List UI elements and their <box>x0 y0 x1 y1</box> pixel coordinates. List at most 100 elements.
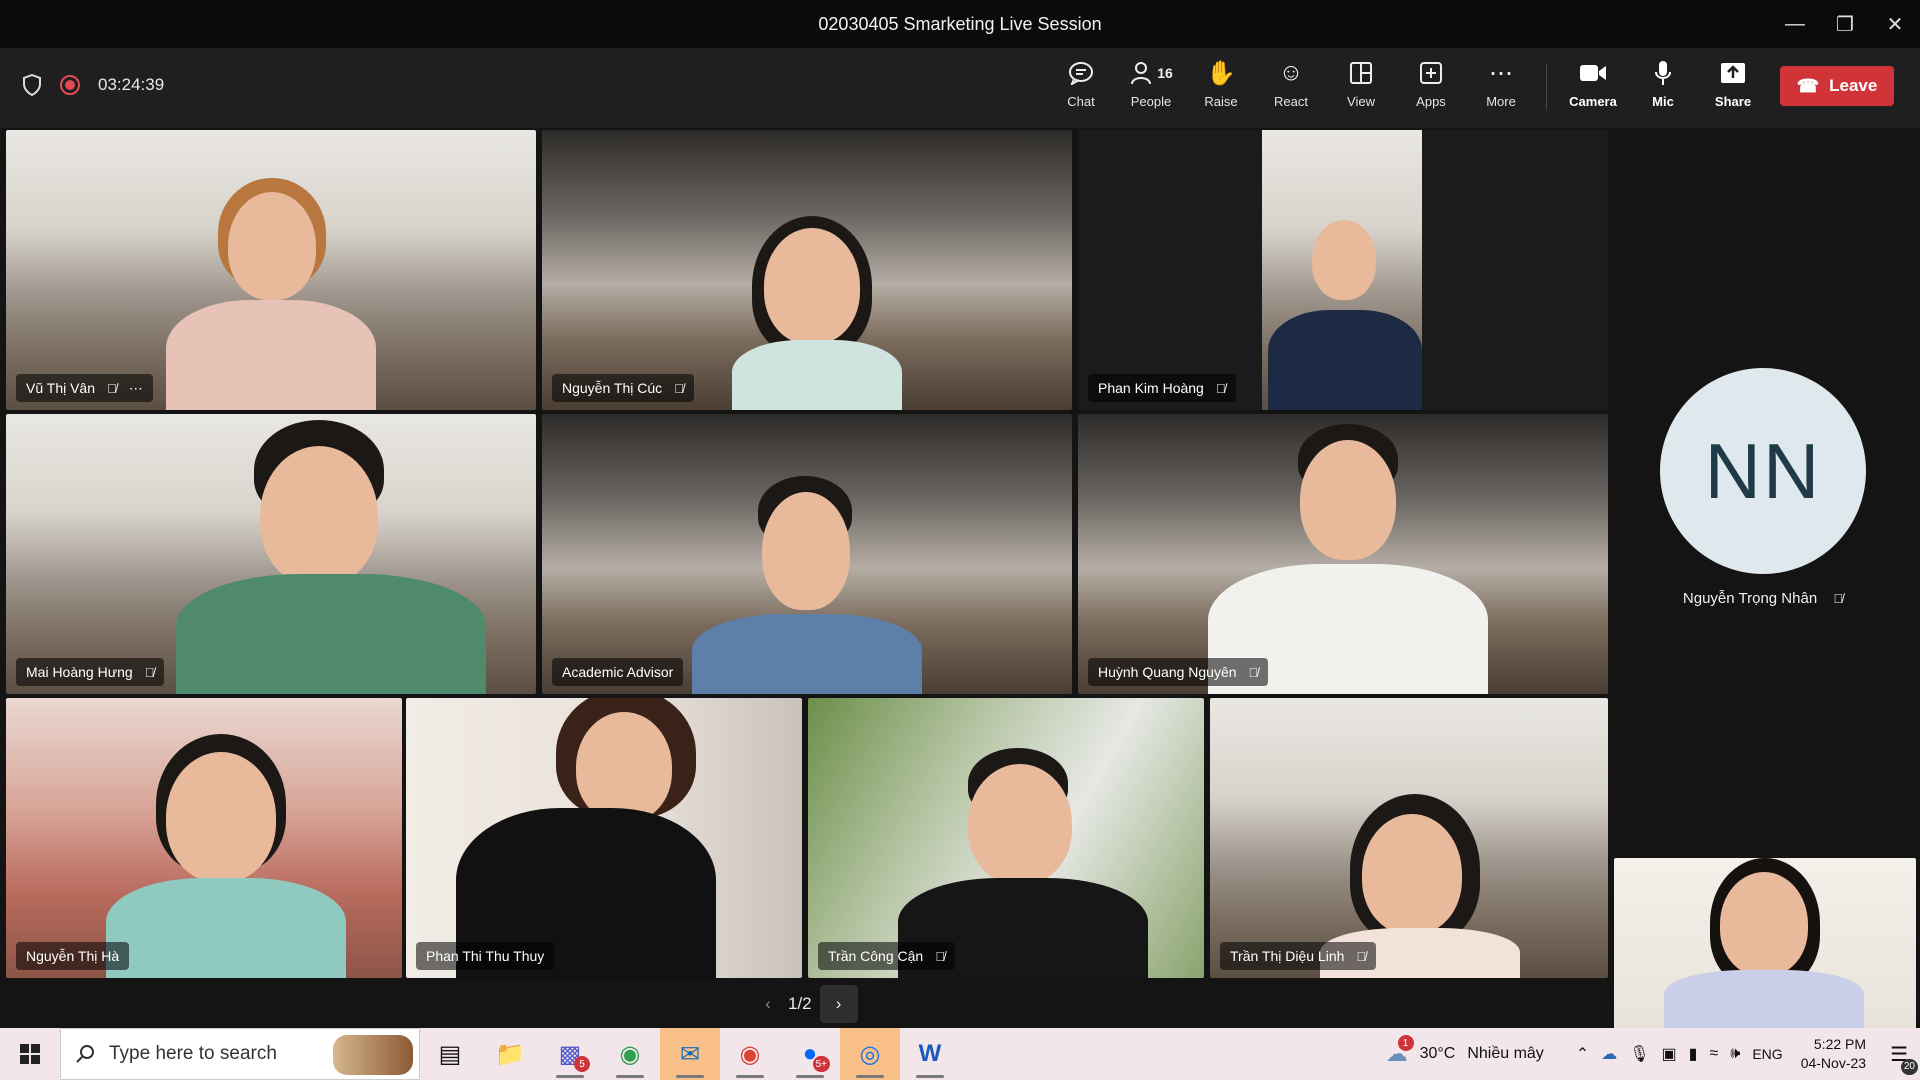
outlook-icon[interactable]: ✉ <box>660 1028 720 1080</box>
react-label: React <box>1274 94 1308 109</box>
self-view-tile[interactable] <box>1614 858 1916 1030</box>
view-label: View <box>1347 94 1375 109</box>
mic-off-icon: 🎙̸ <box>935 948 945 964</box>
start-button[interactable] <box>0 1028 60 1080</box>
participant-face <box>1300 440 1396 560</box>
meeting-toolbar: 03:24:39 Chat 16 People ✋ Raise ☺ React … <box>0 48 1920 128</box>
system-tray: ☁ 1 30°C Nhiều mây ⌃ ☁ 🎙 ▣ ▮ ≈ 🕪 ENG 5:22… <box>1386 1028 1920 1080</box>
participant-body <box>1268 310 1422 410</box>
participant-name-tag: Nguyễn Thị Cúc 🎙̸ <box>552 374 694 402</box>
input-language[interactable]: ENG <box>1752 1046 1782 1062</box>
tile-more-icon[interactable]: ⋯ <box>129 380 143 397</box>
gallery-pager: ‹ 1/2 › <box>756 984 858 1024</box>
close-icon[interactable]: ✕ <box>1870 0 1920 48</box>
participant-body <box>106 878 346 978</box>
chevron-right-icon[interactable]: › <box>819 985 858 1023</box>
video-tile[interactable]: Nguyễn Thị Cúc 🎙̸ <box>542 130 1072 410</box>
chrome-icon[interactable]: ◉ <box>720 1028 780 1080</box>
task-view-icon[interactable]: ▤ <box>420 1028 480 1080</box>
view-button[interactable]: View <box>1328 56 1394 120</box>
display-icon[interactable]: ▣ <box>1662 1044 1677 1064</box>
participant-name: Trần Thị Diệu Linh <box>1230 948 1345 964</box>
apps-label: Apps <box>1416 94 1446 109</box>
chat-label: Chat <box>1067 94 1095 109</box>
participant-name-tag: Trần Thị Diệu Linh 🎙̸ <box>1220 942 1377 970</box>
shield-icon <box>23 74 41 96</box>
video-tile[interactable]: Vũ Thị Vân 🎙̸ ⋯ <box>6 130 536 410</box>
microphone-icon[interactable]: 🎙 <box>1629 1044 1649 1064</box>
wifi-icon[interactable]: ≈ <box>1709 1045 1718 1063</box>
participant-face <box>166 752 276 882</box>
word-icon[interactable]: W <box>900 1028 960 1080</box>
teams-icon[interactable]: ▩ 5 <box>540 1028 600 1080</box>
chevron-up-icon[interactable]: ⌃ <box>1576 1044 1589 1064</box>
mic-button[interactable]: Mic <box>1630 56 1696 120</box>
hang-up-icon: ☎ <box>1796 75 1820 96</box>
mic-off-icon: 🎙̸ <box>1833 591 1844 606</box>
people-icon: 16 <box>1129 56 1173 90</box>
apps-button[interactable]: Apps <box>1398 56 1464 120</box>
camera-button[interactable]: Camera <box>1560 56 1626 120</box>
participant-face <box>764 228 860 344</box>
taskbar-search[interactable]: Type here to search <box>60 1028 420 1080</box>
more-label: More <box>1486 94 1516 109</box>
participant-face <box>1362 814 1462 934</box>
meeting-timer: 03:24:39 <box>98 75 165 94</box>
participant-body <box>732 340 902 410</box>
video-tile[interactable]: Trần Thị Diệu Linh 🎙̸ <box>1210 698 1608 978</box>
zalo-badge: 5+ <box>812 1056 830 1072</box>
battery-icon[interactable]: ▮ <box>1689 1044 1698 1064</box>
notification-icon[interactable]: ☰ 20 <box>1890 1042 1918 1075</box>
notification-count: 20 <box>1900 1058 1918 1075</box>
taskbar-clock[interactable]: 5:22 PM 04-Nov-23 <box>1801 1035 1866 1073</box>
video-tile[interactable]: Mai Hoàng Hưng 🎙̸ <box>6 414 536 694</box>
participant-name-tag: Phan Kim Hoàng 🎙̸ <box>1088 374 1236 402</box>
capture-app-icon[interactable]: ◎ <box>840 1028 900 1080</box>
video-stage: Vũ Thị Vân 🎙̸ ⋯ Nguyễn Thị Cúc 🎙̸ Phan K… <box>0 128 1920 1030</box>
participant-body <box>1664 970 1864 1030</box>
chat-button[interactable]: Chat <box>1048 56 1114 120</box>
clock-date: 04-Nov-23 <box>1800 1055 1867 1071</box>
participant-name-tag: Trần Công Cận 🎙̸ <box>818 942 955 970</box>
mic-off-icon: 🎙̸ <box>1356 948 1367 964</box>
video-tile[interactable]: Nguyễn Thị Hà <box>6 698 402 978</box>
participant-name-tag: Vũ Thị Vân 🎙̸ ⋯ <box>16 374 153 402</box>
windows-logo-icon <box>20 1044 40 1064</box>
zalo-icon[interactable]: ● 5+ <box>780 1028 840 1080</box>
participant-face <box>762 492 850 610</box>
react-button[interactable]: ☺ React <box>1258 56 1324 120</box>
avatar[interactable]: NN <box>1660 368 1866 574</box>
share-button[interactable]: Share <box>1700 56 1766 120</box>
grid-view-icon <box>1350 56 1372 90</box>
weather-description[interactable]: Nhiều mây <box>1467 1045 1543 1063</box>
weather-cloud-icon[interactable]: ☁ 1 <box>1386 1035 1414 1067</box>
teams-badge: 5 <box>574 1056 590 1072</box>
file-explorer-icon[interactable]: 📁 <box>480 1028 540 1080</box>
video-tile[interactable]: Phan Kim Hoàng 🎙̸ <box>1078 130 1608 410</box>
raise-hand-button[interactable]: ✋ Raise <box>1188 56 1254 120</box>
more-button[interactable]: ⋯ More <box>1468 56 1534 120</box>
restore-icon[interactable]: ❐ <box>1820 0 1870 48</box>
participant-name: Nguyễn Thị Hà <box>26 948 120 964</box>
participant-face <box>260 446 378 586</box>
weather-temperature[interactable]: 30°C <box>1420 1045 1456 1063</box>
mic-off-icon: 🎙̸ <box>144 664 155 680</box>
volume-icon[interactable]: 🕪 <box>1730 1045 1740 1063</box>
onedrive-icon[interactable]: ☁ <box>1601 1044 1617 1064</box>
participant-body <box>692 614 922 694</box>
leave-button[interactable]: ☎ Leave <box>1780 66 1894 106</box>
participant-video <box>1262 130 1422 410</box>
chrome-profile-icon[interactable]: ◉ <box>600 1028 660 1080</box>
minimize-icon[interactable]: — <box>1770 0 1820 48</box>
video-tile[interactable]: Trần Công Cận 🎙̸ <box>808 698 1204 978</box>
ellipsis-icon: ⋯ <box>1489 59 1513 87</box>
window-title: 02030405 Smarketing Live Session <box>818 13 1102 34</box>
video-tile[interactable]: Huỳnh Quang Nguyên 🎙̸ <box>1078 414 1608 694</box>
search-highlight-image <box>333 1035 413 1075</box>
chevron-left-icon[interactable]: ‹ <box>756 994 780 1014</box>
people-button[interactable]: 16 People <box>1118 56 1184 120</box>
participant-name: Academic Advisor <box>562 664 674 680</box>
mic-off-icon: 🎙̸ <box>107 380 117 396</box>
video-tile[interactable]: Phan Thi Thu Thuy <box>406 698 802 978</box>
video-tile[interactable]: Academic Advisor <box>542 414 1072 694</box>
